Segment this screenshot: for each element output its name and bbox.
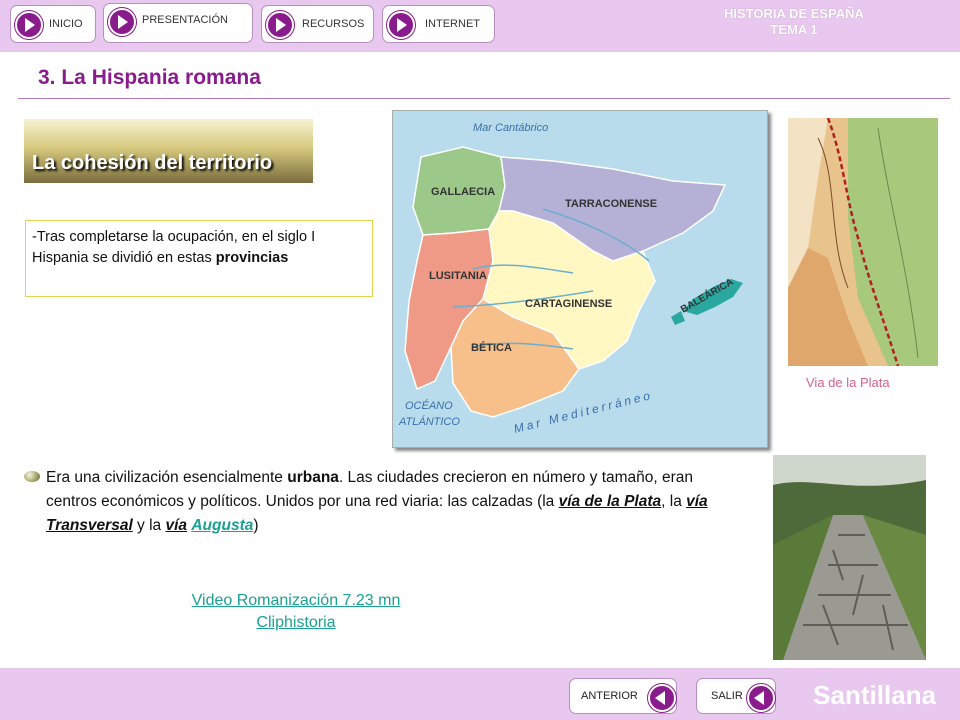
section-title: La cohesión del territorio bbox=[32, 152, 273, 174]
back-arrow-icon bbox=[648, 684, 676, 712]
nav-presentacion-button[interactable]: PRESENTACIÓN bbox=[103, 3, 253, 43]
exit-arrow-icon bbox=[747, 684, 775, 712]
map-label-betica: BÉTICA bbox=[471, 341, 512, 354]
via-plata-map bbox=[788, 117, 938, 367]
brand-logo: Santillana bbox=[813, 680, 936, 710]
salir-label: SALIR bbox=[711, 690, 743, 702]
paragraph-bold-urbana: urbana bbox=[287, 469, 339, 486]
anterior-button[interactable]: ANTERIOR bbox=[569, 678, 677, 714]
map-label-gallaecia: GALLAECIA bbox=[431, 186, 495, 198]
nav-internet-label: INTERNET bbox=[425, 18, 480, 30]
nav-inicio-button[interactable]: INICIO bbox=[10, 5, 96, 43]
course-name: HISTORIA DE ESPAÑA bbox=[724, 6, 864, 21]
play-arrow-icon bbox=[15, 11, 43, 39]
play-arrow-icon bbox=[108, 8, 136, 36]
play-arrow-icon bbox=[266, 11, 294, 39]
paragraph-text: ) bbox=[253, 517, 259, 534]
map-label-carthaginense: CARTAGINENSE bbox=[525, 298, 612, 310]
salir-button[interactable]: SALIR bbox=[696, 678, 776, 714]
map-label-atlantico: ATLÁNTICO bbox=[398, 415, 460, 428]
map-label-lusitania: LUSITANIA bbox=[429, 270, 487, 282]
paragraph-text: Era una civilización esencialmente bbox=[46, 469, 288, 486]
nav-recursos-label: RECURSOS bbox=[302, 18, 365, 30]
video-link-source: Cliphistoria bbox=[256, 614, 336, 631]
via-plata-map-drawing bbox=[788, 117, 938, 367]
video-link[interactable]: Video Romanización 7.23 mn Cliphistoria bbox=[146, 590, 446, 634]
course-unit: TEMA 1 bbox=[770, 22, 818, 37]
via-plata-term: vía de la Plata bbox=[558, 493, 662, 510]
provinces-map: Mar Cantábrico GALLAECIA TARRACONENSE LU… bbox=[392, 110, 768, 448]
paragraph-text: , la bbox=[661, 493, 687, 510]
intro-bold: provincias bbox=[215, 250, 289, 266]
via-augusta-link[interactable]: Augusta bbox=[191, 517, 253, 534]
map-label-tarraconense: TARRACONENSE bbox=[565, 198, 657, 210]
paragraph-text: y la bbox=[132, 517, 166, 534]
map-label-cantabrico: Mar Cantábrico bbox=[473, 122, 548, 134]
intro-textbox: -Tras completarse la ocupación, en el si… bbox=[25, 220, 373, 297]
title-divider bbox=[18, 98, 950, 99]
section-banner: La cohesión del territorio bbox=[24, 119, 313, 183]
bullet-icon bbox=[24, 471, 40, 482]
anterior-label: ANTERIOR bbox=[581, 690, 638, 702]
nav-internet-button[interactable]: INTERNET bbox=[382, 5, 495, 43]
provinces-map-drawing: Mar Cantábrico GALLAECIA TARRACONENSE LU… bbox=[393, 111, 767, 447]
nav-recursos-button[interactable]: RECURSOS bbox=[261, 5, 374, 43]
nav-presentacion-label: PRESENTACIÓN bbox=[142, 14, 228, 26]
play-arrow-icon bbox=[387, 11, 415, 39]
roman-road-photo bbox=[773, 455, 926, 660]
roman-road-photo-drawing bbox=[773, 455, 926, 660]
via-plata-caption: Via de la Plata bbox=[806, 375, 890, 390]
video-link-title: Video Romanización 7.23 mn bbox=[191, 592, 401, 609]
page-title: 3. La Hispania romana bbox=[38, 66, 261, 89]
nav-inicio-label: INICIO bbox=[49, 18, 83, 30]
course-title: HISTORIA DE ESPAÑA TEMA 1 bbox=[724, 6, 864, 38]
via-augusta-term: vía bbox=[165, 517, 188, 534]
urbanization-paragraph: Era una civilización esencialmente urban… bbox=[46, 466, 726, 538]
map-label-oceano: OCÉANO bbox=[405, 399, 453, 412]
